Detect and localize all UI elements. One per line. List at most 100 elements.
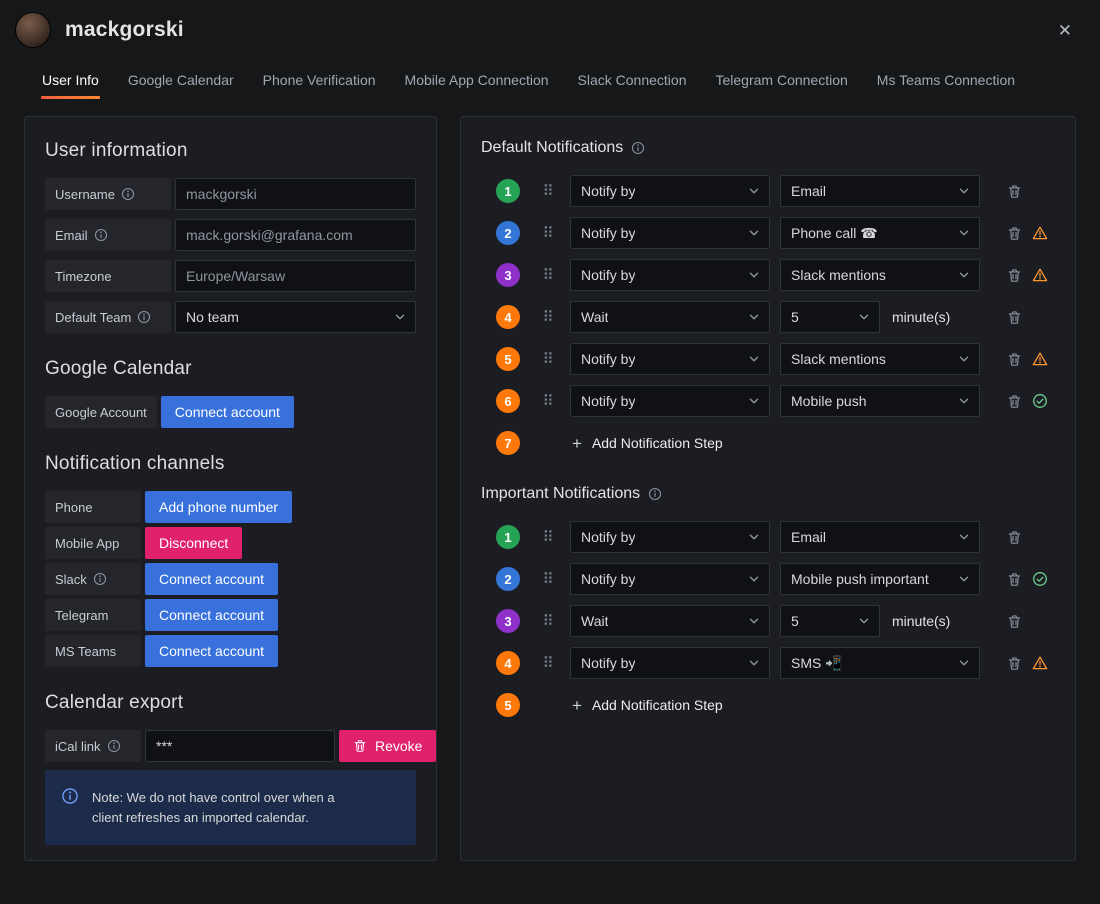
timezone-row: Timezone (45, 260, 416, 292)
selected-value: Email (791, 529, 827, 545)
duration-unit-label: minute(s) (892, 309, 951, 325)
drag-handle-icon[interactable]: ⠿ (542, 308, 554, 326)
tab-google-calendar[interactable]: Google Calendar (127, 70, 235, 99)
notification-step-row: 4 ⠿ Notify by SMS 📲 (481, 647, 1055, 679)
trash-icon[interactable] (1007, 614, 1022, 629)
drag-handle-icon[interactable]: ⠿ (542, 528, 554, 546)
chevron-down-icon (748, 269, 760, 281)
drag-handle-icon[interactable]: ⠿ (542, 570, 554, 588)
connect-google-account-button[interactable]: Connect account (160, 396, 294, 428)
field-label-text: Timezone (55, 268, 112, 284)
info-icon (121, 187, 135, 201)
step-type-select[interactable]: Notify by (570, 521, 770, 553)
email-row: Email (45, 219, 416, 251)
step-number-badge: 6 (496, 389, 520, 413)
drag-handle-icon[interactable]: ⠿ (542, 350, 554, 368)
notify-channel-select[interactable]: Email (780, 175, 980, 207)
notifications-panel: Default Notifications 1 ⠿ Notify by Email 2 ⠿… (460, 116, 1076, 861)
modal-header: mackgorski ✕ (0, 0, 1100, 53)
notify-channel-select[interactable]: Email (780, 521, 980, 553)
trash-icon[interactable] (1007, 656, 1022, 671)
tab-slack-connection[interactable]: Slack Connection (577, 70, 688, 99)
notification-step-row: 1 ⠿ Notify by Email (481, 175, 1055, 207)
chevron-down-icon (958, 531, 970, 543)
tab-mobile-app-connection[interactable]: Mobile App Connection (404, 70, 550, 99)
chevron-down-icon (958, 395, 970, 407)
field-label-text: Telegram (55, 607, 109, 623)
notify-channel-select[interactable]: Mobile push important (780, 563, 980, 595)
chevron-down-icon (748, 227, 760, 239)
field-label-text: Google Account (55, 404, 147, 420)
tab-phone-verification[interactable]: Phone Verification (262, 70, 377, 99)
notification-step-row: 4 ⠿ Wait 5 minute(s) (481, 301, 1055, 333)
user-settings-panel: User information Username Email Timezone De… (24, 116, 437, 861)
mobile-app-action-button[interactable]: Disconnect (145, 527, 243, 559)
ms-teams-action-button[interactable]: Connect account (145, 635, 279, 667)
step-type-select[interactable]: Notify by (570, 175, 770, 207)
notification-step-row: 5 + Add Notification Step (481, 689, 1055, 721)
trash-icon[interactable] (1007, 352, 1022, 367)
drag-handle-icon[interactable]: ⠿ (542, 612, 554, 630)
notification-step-row: 2 ⠿ Notify by Mobile push important (481, 563, 1055, 595)
revoke-ical-button[interactable]: Revoke (339, 730, 437, 762)
trash-icon[interactable] (1007, 226, 1022, 241)
field-label-ms-teams: MS Teams (45, 635, 141, 667)
trash-icon[interactable] (1007, 572, 1022, 587)
notify-channel-select[interactable]: SMS 📲 (780, 647, 980, 679)
field-label-google-account: Google Account (45, 396, 157, 428)
step-number-badge: 5 (496, 347, 520, 371)
trash-icon[interactable] (1007, 310, 1022, 325)
telegram-action-button[interactable]: Connect account (145, 599, 279, 631)
trash-icon[interactable] (1007, 530, 1022, 545)
wait-duration-select[interactable]: 5 (780, 301, 880, 333)
username-input[interactable] (175, 178, 416, 210)
tab-user-info[interactable]: User Info (41, 70, 100, 99)
step-type-select[interactable]: Wait (570, 301, 770, 333)
phone-action-button[interactable]: Add phone number (145, 491, 293, 523)
step-type-select[interactable]: Wait (570, 605, 770, 637)
drag-handle-icon[interactable]: ⠿ (542, 654, 554, 672)
default-team-select[interactable]: No team (175, 301, 416, 333)
close-icon[interactable]: ✕ (1056, 18, 1074, 43)
selected-value: 5 (791, 613, 799, 629)
email-input[interactable] (175, 219, 416, 251)
ical-link-input[interactable] (145, 730, 335, 762)
drag-handle-icon[interactable]: ⠿ (542, 392, 554, 410)
notification-step-row: 5 ⠿ Notify by Slack mentions (481, 343, 1055, 375)
selected-value: 5 (791, 309, 799, 325)
notify-channel-select[interactable]: Phone call ☎ (780, 217, 980, 249)
step-type-select[interactable]: Notify by (570, 647, 770, 679)
add-notification-step-button[interactable]: + Add Notification Step (572, 435, 723, 452)
tab-telegram-connection[interactable]: Telegram Connection (714, 70, 848, 99)
step-type-select[interactable]: Notify by (570, 563, 770, 595)
wait-duration-select[interactable]: 5 (780, 605, 880, 637)
duration-unit-label: minute(s) (892, 613, 951, 629)
page-title: mackgorski (65, 18, 184, 41)
timezone-input[interactable] (175, 260, 416, 292)
notify-channel-select[interactable]: Mobile push (780, 385, 980, 417)
slack-action-button[interactable]: Connect account (145, 563, 279, 595)
step-type-select[interactable]: Notify by (570, 385, 770, 417)
field-label-text: iCal link (55, 738, 101, 754)
tab-ms-teams-connection[interactable]: Ms Teams Connection (876, 70, 1016, 99)
selected-value: Slack mentions (791, 267, 886, 283)
trash-icon[interactable] (1007, 184, 1022, 199)
add-notification-step-button[interactable]: + Add Notification Step (572, 697, 723, 714)
trash-icon[interactable] (1007, 394, 1022, 409)
chevron-down-icon (748, 531, 760, 543)
drag-handle-icon[interactable]: ⠿ (542, 224, 554, 242)
step-type-select[interactable]: Notify by (570, 217, 770, 249)
selected-value: Mobile push (791, 393, 867, 409)
drag-handle-icon[interactable]: ⠿ (542, 182, 554, 200)
step-type-select[interactable]: Notify by (570, 259, 770, 291)
drag-handle-icon[interactable]: ⠿ (542, 266, 554, 284)
step-type-select[interactable]: Notify by (570, 343, 770, 375)
warning-icon (1032, 267, 1048, 283)
notify-channel-select[interactable]: Slack mentions (780, 259, 980, 291)
notification-step-row: 3 ⠿ Notify by Slack mentions (481, 259, 1055, 291)
plus-icon: + (572, 695, 582, 715)
step-number-badge: 4 (496, 651, 520, 675)
notify-channel-select[interactable]: Slack mentions (780, 343, 980, 375)
trash-icon[interactable] (1007, 268, 1022, 283)
selected-value: Email (791, 183, 827, 199)
